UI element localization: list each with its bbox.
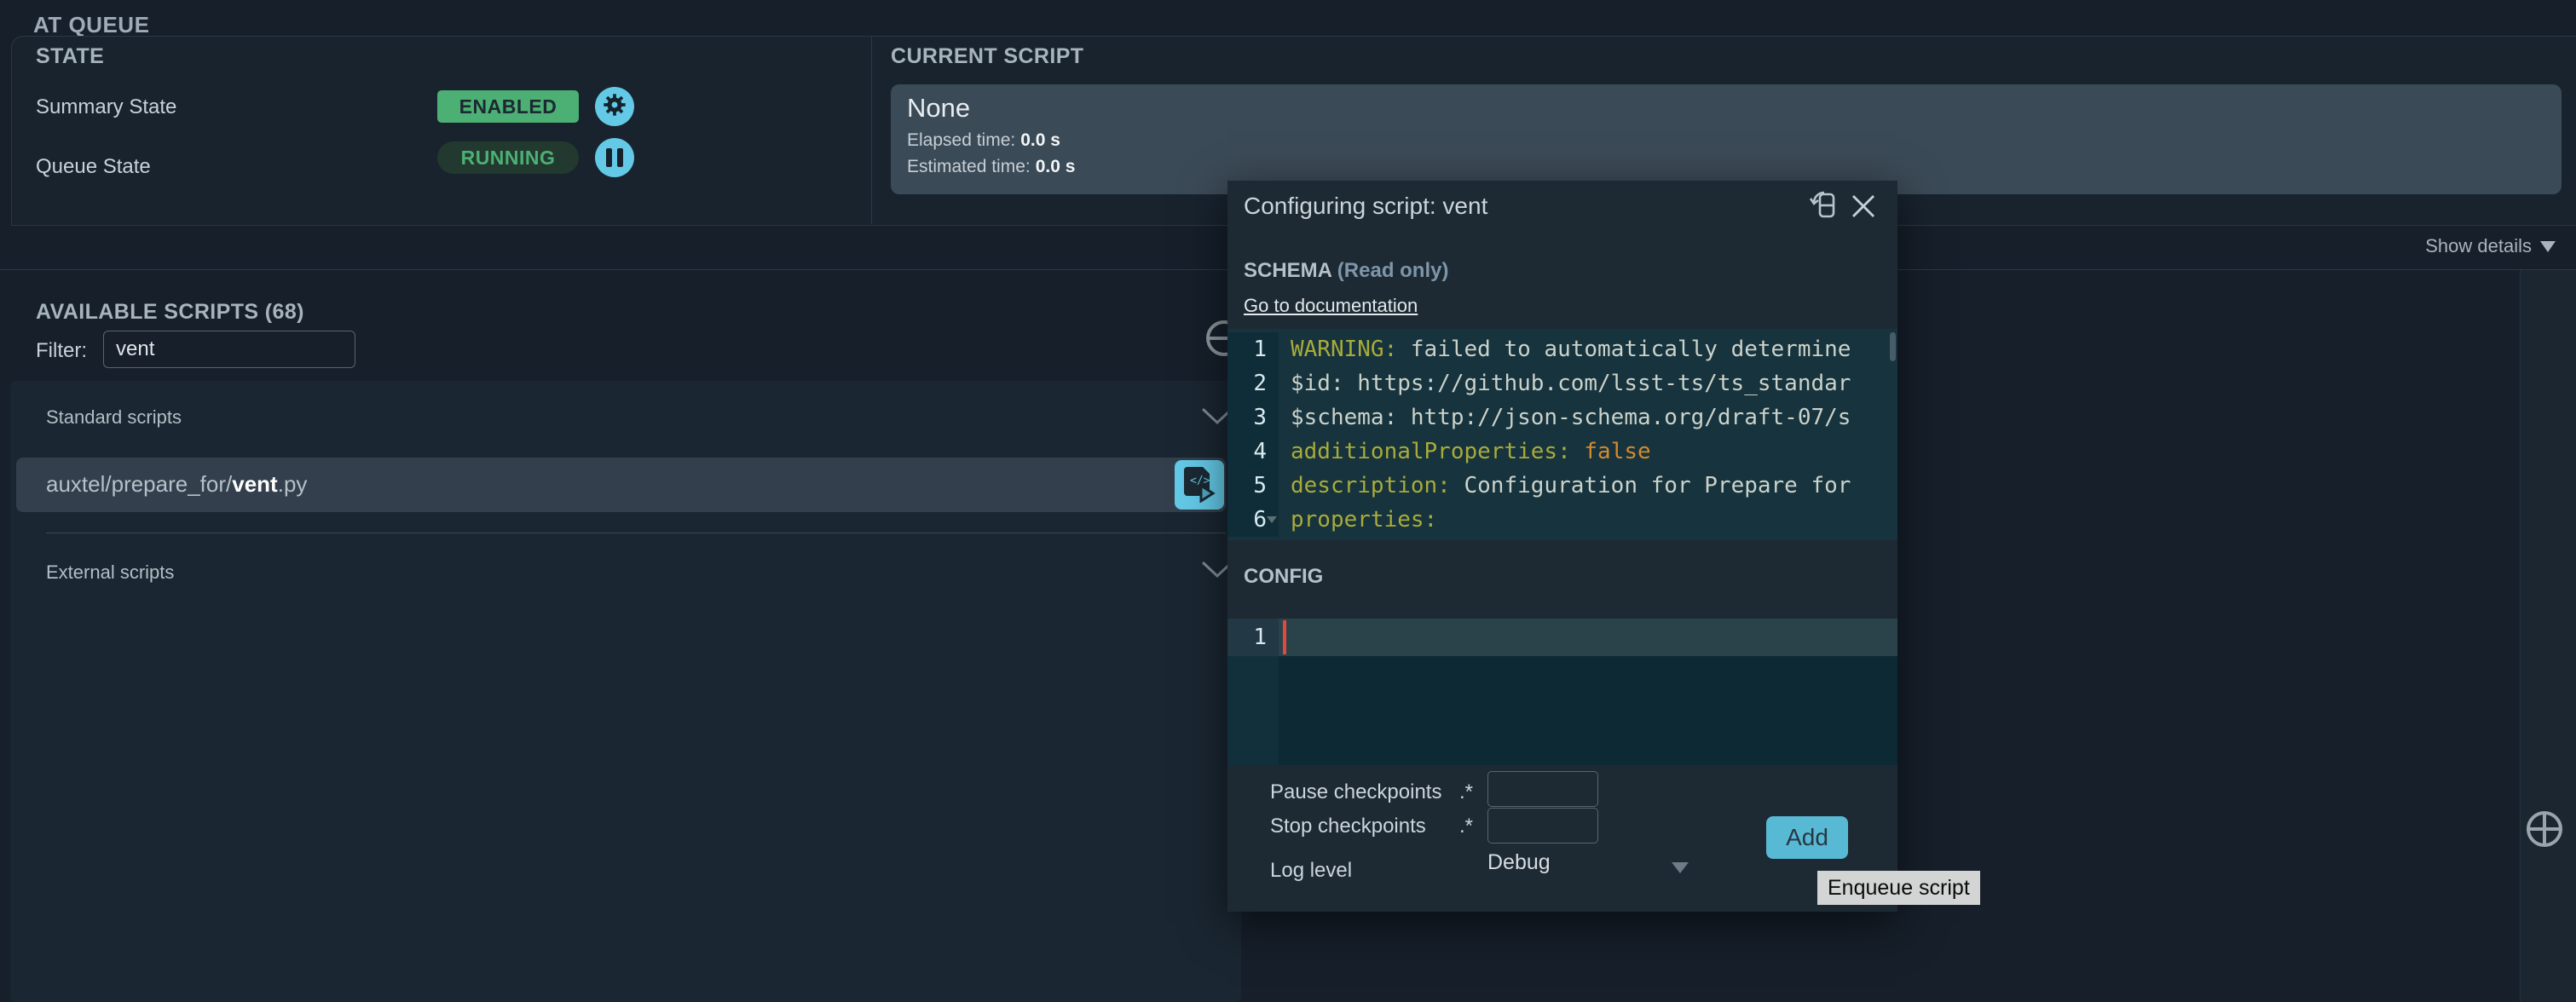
pause-checkpoints-regex: .*: [1459, 780, 1473, 804]
elapsed-time-value: 0.0 s: [1020, 130, 1060, 150]
chevron-down-icon: [2540, 241, 2556, 252]
copy-config-button[interactable]: [1805, 187, 1841, 227]
available-scripts-heading: AVAILABLE SCRIPTS (68): [36, 300, 304, 325]
elapsed-time-row: Elapsed time:0.0 s: [907, 130, 1060, 151]
config-active-line[interactable]: 1: [1227, 619, 1897, 656]
pause-icon: [606, 148, 623, 167]
pause-checkpoints-input[interactable]: [1487, 771, 1598, 807]
summary-state-badge: ENABLED: [437, 90, 579, 123]
launch-script-button[interactable]: </>: [1175, 460, 1224, 510]
modal-title: Configuring script: vent: [1244, 193, 1487, 220]
summary-state-label: Summary State: [36, 95, 176, 119]
dropdown-caret-icon[interactable]: [1672, 862, 1689, 873]
pause-checkpoints-label: Pause checkpoints: [1270, 780, 1441, 804]
filter-label: Filter:: [36, 339, 87, 363]
schema-line: 2 $id: https://github.com/lsst-ts/ts_sta…: [1227, 366, 1897, 400]
summary-state-config-button[interactable]: [595, 87, 634, 126]
schema-line: 1 WARNING: failed to automatically deter…: [1227, 332, 1897, 366]
close-icon[interactable]: [1846, 187, 1880, 227]
script-row-vent[interactable]: auxtel/prepare_for/vent.py </>: [16, 458, 1226, 512]
config-editor[interactable]: 1: [1227, 619, 1897, 765]
schema-line: 6 properties:: [1227, 503, 1897, 537]
standard-scripts-label: Standard scripts: [46, 406, 182, 429]
schema-readonly-label: (Read only): [1337, 259, 1449, 282]
schema-line: 3 $schema: http://json-schema.org/draft-…: [1227, 400, 1897, 435]
queue-pause-button[interactable]: [595, 138, 634, 177]
page-title: AT QUEUE: [33, 12, 149, 38]
at-queue-page: AT QUEUE STATE Summary State ENABLED Que…: [0, 0, 2576, 1002]
stop-checkpoints-label: Stop checkpoints: [1270, 815, 1426, 838]
schema-editor[interactable]: 1 WARNING: failed to automatically deter…: [1227, 329, 1897, 540]
log-level-select[interactable]: Debug: [1487, 850, 1551, 875]
stop-checkpoints-regex: .*: [1459, 815, 1473, 838]
estimated-time-row: Estimated time:0.0 s: [907, 157, 1075, 177]
show-details-toggle[interactable]: Show details: [2425, 235, 2556, 257]
documentation-link[interactable]: Go to documentation: [1244, 295, 1418, 317]
current-script-name: None: [907, 93, 970, 124]
schema-heading: SCHEMA (Read only): [1244, 259, 1448, 283]
scripts-list-panel: Standard scripts auxtel/prepare_for/vent…: [10, 381, 1241, 1002]
fold-arrow-icon[interactable]: [1267, 516, 1277, 523]
queue-state-label: Queue State: [36, 155, 151, 179]
script-launch-icon: </>: [1181, 464, 1218, 507]
enqueue-script-tooltip: Enqueue script: [1817, 871, 1980, 905]
add-button[interactable]: Add: [1766, 816, 1848, 859]
current-script-card: None Elapsed time:0.0 s Estimated time:0…: [891, 84, 2562, 194]
estimated-time-value: 0.0 s: [1036, 157, 1076, 176]
schema-scrollbar[interactable]: [1890, 332, 1896, 361]
current-script-heading: CURRENT SCRIPT: [891, 44, 1083, 69]
crosshair-target-icon[interactable]: [2525, 809, 2564, 853]
config-heading: CONFIG: [1244, 565, 1323, 589]
text-cursor: [1283, 620, 1286, 654]
queue-state-badge: RUNNING: [437, 141, 579, 174]
schema-line: 4 additionalProperties: false: [1227, 435, 1897, 469]
schema-line: 5 description: Configuration for Prepare…: [1227, 469, 1897, 503]
external-scripts-label: External scripts: [46, 561, 174, 584]
configure-script-modal: Configuring script: vent SCHEMA (Read on…: [1227, 181, 1897, 912]
script-path: auxtel/prepare_for/vent.py: [46, 471, 307, 498]
gear-icon: [601, 91, 628, 123]
state-heading: STATE: [36, 44, 104, 69]
panel-divider: [871, 37, 872, 224]
filter-input[interactable]: [103, 331, 355, 368]
log-level-label: Log level: [1270, 859, 1352, 883]
stop-checkpoints-input[interactable]: [1487, 808, 1598, 844]
right-sidebar-strip: [2520, 270, 2576, 1002]
config-editor-body[interactable]: [1227, 656, 1897, 765]
